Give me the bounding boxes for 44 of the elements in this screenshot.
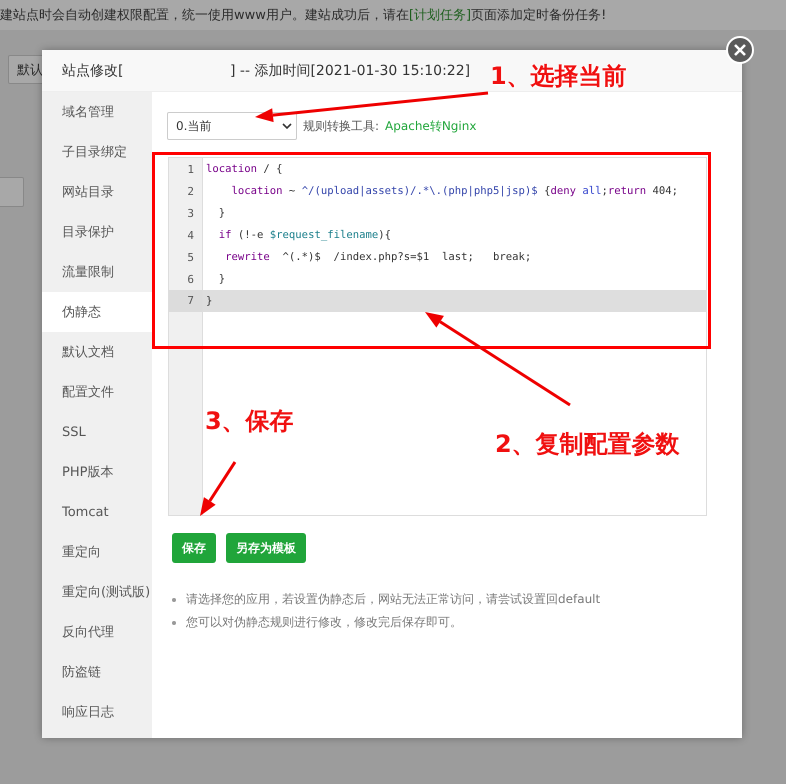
annotation-label: 2、复制配置参数	[495, 429, 680, 460]
sidebar-item[interactable]: 反向代理	[42, 612, 152, 652]
sidebar-item[interactable]: 域名管理	[42, 92, 152, 132]
select-field[interactable]	[0, 177, 24, 207]
sidebar-item[interactable]: 响应日志	[42, 692, 152, 732]
annotation-label: 3、保存	[205, 406, 294, 437]
sidebar-item[interactable]: PHP版本	[42, 452, 152, 492]
sidebar-item[interactable]: 目录保护	[42, 212, 152, 252]
line-number: 4	[186, 228, 195, 242]
sidebar-item[interactable]: Tomcat	[42, 492, 152, 532]
code-line: }	[218, 207, 226, 219]
line-number: 3	[186, 206, 195, 220]
sidebar-item[interactable]: 子目录绑定	[42, 132, 152, 172]
sidebar-item[interactable]: 默认文档	[42, 332, 152, 372]
code-line: location / {	[205, 163, 283, 175]
notice-text: 建站点时会自动创建权限配置，统一使用www用户。建站成功后，请在[计划任务]页面添加定时备份任务!	[0, 7, 606, 24]
sidebar-item[interactable]: 防盗链	[42, 652, 152, 692]
dialog-title-suffix: ] -- 添加时间[2021-01-30 15:10:22]	[230, 62, 470, 80]
code-line: location ~ ^/(upload|assets)/.*\.(php|php5|jsp)$ {deny all;return 404;	[230, 185, 678, 197]
caret-icon	[282, 123, 292, 129]
template-select[interactable]: 0.当前	[167, 112, 297, 140]
code-line: }	[218, 273, 226, 285]
code-line: rewrite ^(.*)$ /index.php?s=$1 last; break;	[224, 251, 532, 263]
close-icon[interactable]	[726, 36, 754, 64]
line-number: 5	[186, 250, 195, 264]
sidebar-item[interactable]: 重定向	[42, 532, 152, 572]
tip-text: 请选择您的应用，若设置伪静态后，网站无法正常访问，请尝试设置回default	[186, 591, 600, 608]
sidebar-item[interactable]: 重定向(测试版)	[42, 572, 152, 612]
sidebar-item[interactable]: 伪静态	[42, 292, 152, 332]
annotation-arrow	[200, 461, 236, 516]
sidebar-item[interactable]: 配置文件	[42, 372, 152, 412]
tool-label: 规则转换工具:	[303, 118, 380, 134]
line-number: 1	[186, 162, 195, 176]
dialog-title: 站点修改[	[62, 62, 124, 80]
sidebar-item[interactable]: 网站目录	[42, 172, 152, 212]
code-line: if (!-e $request_filename){	[218, 229, 391, 241]
sidebar-item[interactable]: 流量限制	[42, 252, 152, 292]
code-line: }	[205, 295, 212, 307]
line-number: 6	[186, 272, 195, 286]
annotation-label: 1、选择当前	[490, 61, 627, 92]
line-number: 2	[186, 184, 195, 198]
sidebar-item[interactable]: SSL	[42, 412, 152, 452]
line-number: 7	[169, 290, 202, 312]
tip-text: 您可以对伪静态规则进行修改，修改完后保存即可。	[186, 614, 462, 631]
